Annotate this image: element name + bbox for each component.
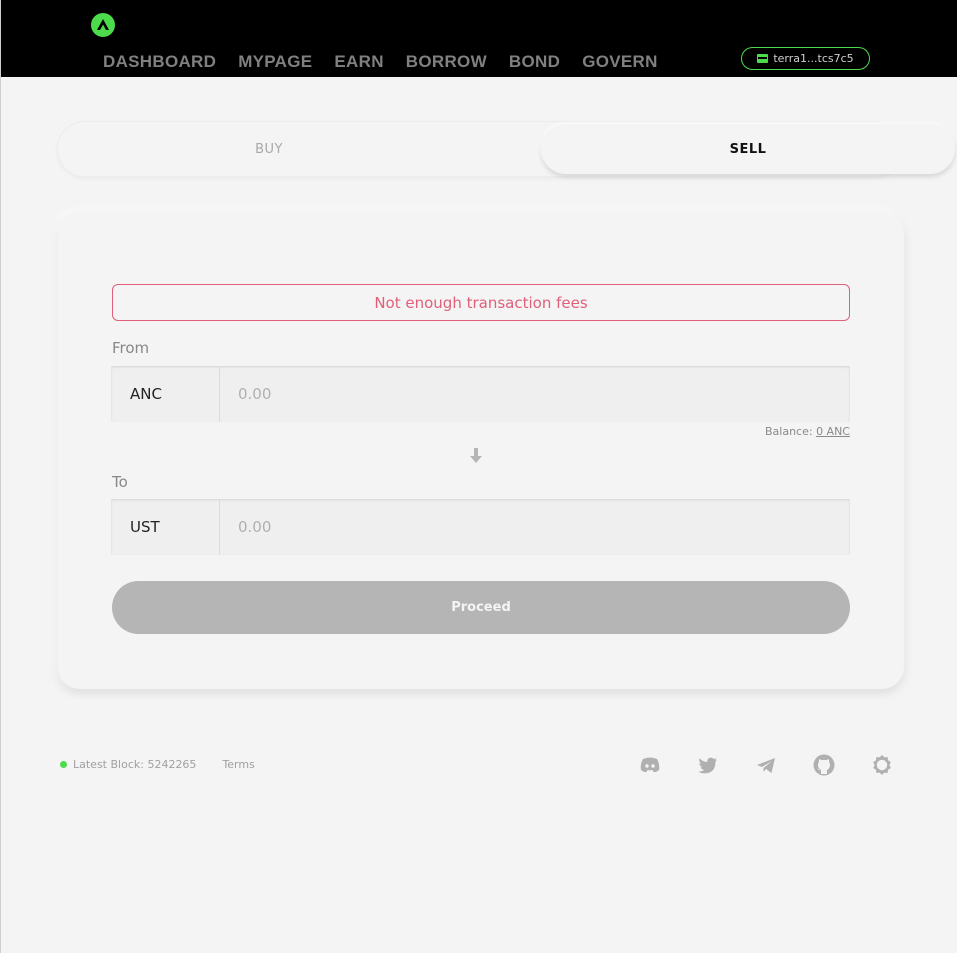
arrow-down-icon bbox=[470, 448, 482, 463]
tab-buy[interactable]: BUY bbox=[60, 124, 478, 174]
to-amount-input[interactable] bbox=[220, 499, 850, 555]
nav-bond[interactable]: BOND bbox=[509, 52, 560, 72]
discord-icon[interactable] bbox=[638, 754, 662, 776]
balance-value[interactable]: 0 ANC bbox=[816, 425, 850, 438]
github-icon[interactable] bbox=[812, 754, 836, 776]
nav-govern[interactable]: GOVERN bbox=[582, 52, 657, 72]
proceed-button[interactable]: Proceed bbox=[112, 581, 850, 634]
nav-earn[interactable]: EARN bbox=[334, 52, 383, 72]
wallet-address: terra1...tcs7c5 bbox=[773, 52, 854, 65]
buy-sell-tabs: BUY SELL bbox=[57, 121, 955, 177]
latest-block: Latest Block: 5242265 bbox=[73, 758, 197, 771]
wallet-button[interactable]: terra1...tcs7c5 bbox=[741, 47, 870, 70]
balance-label: Balance: bbox=[764, 425, 813, 438]
settings-icon[interactable] bbox=[870, 754, 894, 776]
network-status-dot bbox=[60, 761, 67, 768]
from-label: From bbox=[112, 339, 150, 357]
balance: Balance: 0 ANC bbox=[765, 425, 850, 438]
from-token-selector[interactable]: ANC bbox=[111, 366, 220, 422]
anchor-logo-icon[interactable] bbox=[91, 13, 115, 37]
nav-mypage[interactable]: MYPAGE bbox=[238, 52, 312, 72]
from-input-group: ANC bbox=[111, 366, 850, 422]
twitter-icon[interactable] bbox=[696, 754, 720, 776]
terms-link[interactable]: Terms bbox=[222, 758, 254, 771]
tab-sell[interactable]: SELL bbox=[541, 124, 955, 174]
to-token-selector[interactable]: UST bbox=[111, 499, 220, 555]
top-navigation-bar: DASHBOARD MYPAGE EARN BORROW BOND GOVERN… bbox=[1, 0, 957, 77]
social-links bbox=[638, 754, 894, 776]
to-input-group: UST bbox=[111, 499, 850, 555]
main-nav: DASHBOARD MYPAGE EARN BORROW BOND GOVERN bbox=[103, 52, 680, 72]
to-label: To bbox=[112, 473, 128, 491]
error-message: Not enough transaction fees bbox=[112, 284, 850, 321]
footer-status: Latest Block: 5242265 Terms bbox=[60, 758, 255, 771]
from-amount-input[interactable] bbox=[220, 366, 850, 422]
nav-borrow[interactable]: BORROW bbox=[406, 52, 487, 72]
telegram-icon[interactable] bbox=[754, 754, 778, 776]
sell-form-card: Not enough transaction fees From ANC Bal… bbox=[58, 212, 904, 689]
wallet-icon bbox=[757, 54, 769, 63]
nav-dashboard[interactable]: DASHBOARD bbox=[103, 52, 216, 72]
